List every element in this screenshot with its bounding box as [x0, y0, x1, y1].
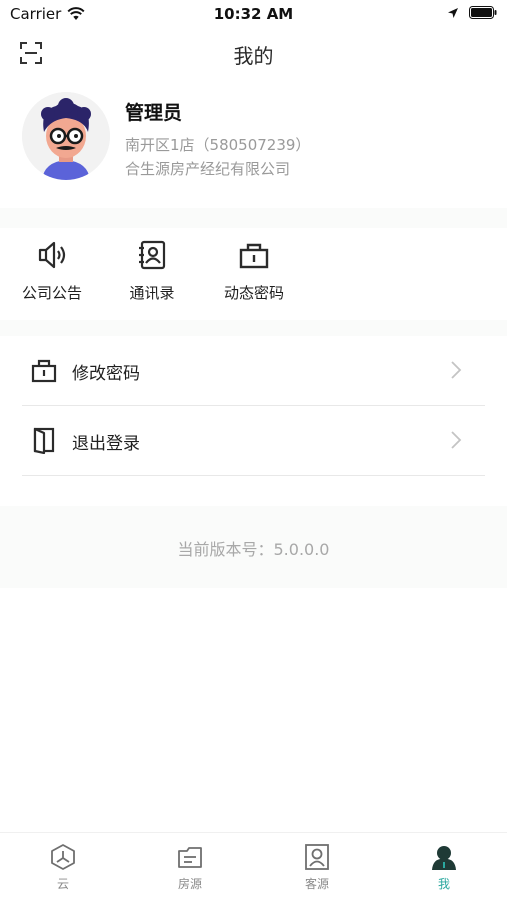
location-arrow-icon — [448, 7, 458, 18]
store-info: 南开区1店（580507239） — [125, 136, 311, 154]
version-label: 当前版本号：5.0.0.0 — [177, 540, 330, 559]
status-time: 10:32 AM — [213, 5, 294, 23]
tab-label: 我 — [437, 877, 450, 891]
menu-item-change-password[interactable]: 修改密码 — [22, 336, 485, 406]
section-divider — [0, 208, 507, 228]
house-listing-icon — [178, 847, 202, 868]
door-exit-icon — [33, 427, 55, 454]
chevron-right-icon — [451, 431, 462, 449]
version-section: 当前版本号：5.0.0.0 — [0, 506, 507, 588]
menu-item-label: 修改密码 — [72, 364, 140, 384]
battery-icon — [469, 6, 497, 19]
quick-action-label: 动态密码 — [223, 284, 284, 302]
tab-label: 云 — [56, 877, 69, 891]
menu-item-logout[interactable]: 退出登录 — [22, 406, 485, 476]
quick-action-label: 通讯录 — [129, 284, 175, 302]
avatar — [22, 92, 110, 180]
avatar-illustration — [22, 92, 110, 180]
tab-bar: 云 房源 客源 我 — [0, 832, 507, 900]
chevron-right-icon — [451, 361, 462, 379]
user-name: 管理员 — [125, 102, 183, 124]
company-name: 合生源房产经纪有限公司 — [125, 160, 291, 178]
contact-book-icon — [139, 240, 166, 270]
nav-bar: 我的 — [0, 28, 507, 76]
status-bar: Carrier 10:32 AM — [0, 0, 507, 28]
profile-card[interactable]: 管理员 南开区1店（580507239） 合生源房产经纪有限公司 — [0, 82, 507, 202]
tab-me[interactable]: 我 — [381, 833, 507, 900]
cloud-hex-icon — [51, 844, 75, 870]
tab-label: 客源 — [304, 877, 329, 891]
quick-action-dynamic-password[interactable]: 动态密码 — [204, 228, 304, 320]
tab-customers[interactable]: 客源 — [254, 833, 380, 900]
speaker-icon — [38, 241, 66, 269]
lock-icon — [239, 243, 269, 269]
page-title: 我的 — [233, 44, 274, 68]
section-divider — [0, 320, 507, 336]
settings-menu: 修改密码 退出登录 — [0, 336, 507, 476]
quick-action-label: 公司公告 — [21, 284, 82, 302]
lock-icon — [31, 359, 57, 383]
quick-actions: 公司公告 通讯录 动态密码 — [0, 228, 507, 320]
quick-action-announcements[interactable]: 公司公告 — [2, 228, 102, 320]
menu-item-label: 退出登录 — [72, 434, 140, 454]
person-icon — [432, 846, 456, 870]
customer-icon — [305, 844, 329, 870]
tab-listings[interactable]: 房源 — [127, 833, 253, 900]
tab-label: 房源 — [177, 877, 202, 891]
tab-cloud[interactable]: 云 — [0, 833, 126, 900]
quick-action-contacts[interactable]: 通讯录 — [102, 228, 202, 320]
